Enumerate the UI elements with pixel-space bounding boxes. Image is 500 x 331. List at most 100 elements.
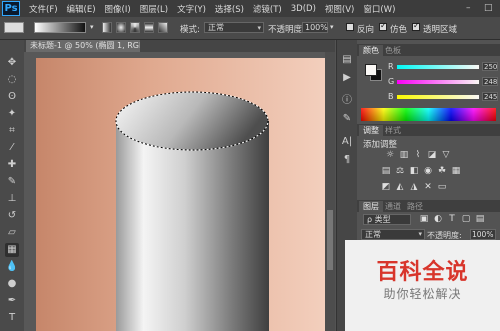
- document-canvas[interactable]: [36, 58, 325, 331]
- eyedropper-tool-icon[interactable]: ⁄: [5, 141, 19, 155]
- filter-pixel-icon[interactable]: ▣: [419, 214, 429, 224]
- history-brush-tool-icon[interactable]: ↺: [5, 209, 19, 223]
- exposure-icon[interactable]: ◪: [427, 150, 437, 160]
- diamond-gradient-button[interactable]: [158, 22, 168, 33]
- b-slider[interactable]: [397, 95, 479, 99]
- channel-mixer-icon[interactable]: ☘: [437, 166, 447, 176]
- photo-filter-icon[interactable]: ◉: [423, 166, 433, 176]
- cylinder-body: [116, 121, 269, 331]
- layer-opacity-value: 100%: [472, 230, 494, 239]
- menu-file[interactable]: 文件(F): [29, 3, 58, 15]
- watermark-overlay: 百科全说 助你轻松解决: [345, 240, 500, 331]
- tab-styles[interactable]: 样式: [381, 125, 405, 136]
- document-tab[interactable]: 未标题-1 @ 50% (椭圆 1, RGB/8) * ×: [26, 40, 140, 52]
- invert-icon[interactable]: ◩: [381, 182, 391, 192]
- black-white-icon[interactable]: ◧: [409, 166, 419, 176]
- filter-smart-object-icon[interactable]: ▤: [475, 214, 485, 224]
- tab-color[interactable]: 颜色: [359, 45, 383, 56]
- vibrance-icon[interactable]: ▽: [441, 150, 451, 160]
- info-icon[interactable]: ⓘ: [341, 95, 353, 107]
- brush-presets-icon[interactable]: ✎: [341, 113, 353, 125]
- linear-gradient-button[interactable]: [102, 22, 112, 33]
- gradient-tool-icon[interactable]: ▦: [5, 243, 19, 257]
- type-tool-icon[interactable]: T: [5, 311, 19, 325]
- menu-edit[interactable]: 编辑(E): [67, 3, 96, 15]
- move-tool-icon[interactable]: ✥: [5, 56, 19, 70]
- eraser-tool-icon[interactable]: ▱: [5, 226, 19, 240]
- dodge-tool-icon[interactable]: ●: [5, 277, 19, 291]
- tab-layers[interactable]: 图层: [359, 201, 383, 212]
- hue-saturation-icon[interactable]: ▤: [381, 166, 391, 176]
- g-slider[interactable]: [397, 80, 479, 84]
- transparency-checkbox[interactable]: ✓: [412, 21, 420, 31]
- selective-color-icon[interactable]: ✕: [423, 182, 433, 192]
- tab-adjustments[interactable]: 调整: [359, 125, 383, 136]
- clone-stamp-tool-icon[interactable]: ⊥: [5, 192, 19, 206]
- minimize-button[interactable]: –: [466, 3, 471, 13]
- maximize-button[interactable]: □: [484, 3, 493, 13]
- curves-icon[interactable]: ⌇: [413, 150, 423, 160]
- gradient-tool-preset[interactable]: [4, 22, 24, 33]
- menu-image[interactable]: 图像(I): [105, 3, 131, 15]
- g-label: G: [388, 77, 395, 86]
- menu-select[interactable]: 选择(S): [215, 3, 244, 15]
- gradient-dropdown-icon[interactable]: ▾: [90, 23, 94, 31]
- scrollbar-thumb[interactable]: [327, 210, 333, 270]
- filter-adjustment-icon[interactable]: ◐: [433, 214, 443, 224]
- angle-gradient-button[interactable]: [130, 22, 140, 33]
- paragraph-icon[interactable]: ¶: [341, 154, 353, 166]
- add-adjustment-label: 添加调整: [363, 140, 398, 150]
- posterize-icon[interactable]: ◭: [395, 182, 405, 192]
- reverse-checkbox[interactable]: [346, 23, 354, 31]
- filter-type-icon[interactable]: T: [447, 214, 457, 224]
- magic-wand-tool-icon[interactable]: ✦: [5, 107, 19, 121]
- dither-checkbox[interactable]: ✓: [379, 21, 387, 31]
- threshold-icon[interactable]: ◮: [409, 182, 419, 192]
- vertical-scrollbar[interactable]: [325, 52, 335, 331]
- blur-tool-icon[interactable]: 💧: [5, 260, 19, 274]
- blend-mode-select[interactable]: 正常 ▾: [361, 229, 425, 240]
- brush-tool-icon[interactable]: ✎: [5, 175, 19, 189]
- opacity-dropdown-icon[interactable]: ▾: [330, 23, 334, 31]
- r-input[interactable]: 250: [482, 62, 498, 71]
- gradient-map-icon[interactable]: ▭: [437, 182, 447, 192]
- menu-filter[interactable]: 滤镜(T): [253, 3, 282, 15]
- actions-icon[interactable]: ▶: [341, 72, 353, 84]
- layer-filter-select[interactable]: ρ 类型: [363, 214, 411, 225]
- radial-gradient-button[interactable]: [116, 22, 126, 33]
- levels-icon[interactable]: ▥: [399, 150, 409, 160]
- g-input[interactable]: 248: [482, 77, 498, 86]
- canvas-area[interactable]: [24, 52, 335, 331]
- menu-view[interactable]: 视图(V): [325, 3, 354, 15]
- color-spectrum-bar[interactable]: [361, 108, 496, 121]
- r-slider[interactable]: [397, 65, 479, 69]
- color-balance-icon[interactable]: ⚖: [395, 166, 405, 176]
- opacity-input[interactable]: 100%: [302, 22, 328, 33]
- b-input[interactable]: 245: [482, 92, 498, 101]
- opacity-input-value: 100%: [305, 23, 328, 32]
- color-lookup-icon[interactable]: ▦: [451, 166, 461, 176]
- cylinder-artwork: [115, 91, 269, 331]
- lasso-tool-icon[interactable]: ʘ: [5, 90, 19, 104]
- layer-opacity-input[interactable]: 100%: [470, 229, 496, 240]
- filter-shape-icon[interactable]: ▢: [461, 214, 471, 224]
- mode-select[interactable]: 正常 ▾: [204, 22, 264, 33]
- menu-type[interactable]: 文字(Y): [177, 3, 206, 15]
- character-icon[interactable]: A|: [341, 136, 353, 148]
- menu-3d[interactable]: 3D(D): [291, 4, 316, 14]
- menu-layer[interactable]: 图层(L): [140, 3, 168, 15]
- healing-brush-tool-icon[interactable]: ✚: [5, 158, 19, 172]
- gradient-picker[interactable]: [34, 22, 86, 33]
- checkmark-icon: ✓: [413, 21, 420, 30]
- crop-tool-icon[interactable]: ⌗: [5, 124, 19, 138]
- history-icon[interactable]: ▤: [341, 54, 353, 66]
- marquee-tool-icon[interactable]: ◌: [5, 73, 19, 87]
- tab-swatches[interactable]: 色板: [381, 45, 405, 56]
- tab-paths[interactable]: 路径: [403, 201, 427, 212]
- menu-window[interactable]: 窗口(W): [363, 3, 395, 15]
- reflected-gradient-button[interactable]: [144, 22, 154, 33]
- pen-tool-icon[interactable]: ✒: [5, 294, 19, 308]
- chevron-down-icon: ▾: [418, 230, 422, 238]
- brightness-icon[interactable]: ☼: [385, 150, 395, 160]
- tab-channels[interactable]: 通道: [381, 201, 405, 212]
